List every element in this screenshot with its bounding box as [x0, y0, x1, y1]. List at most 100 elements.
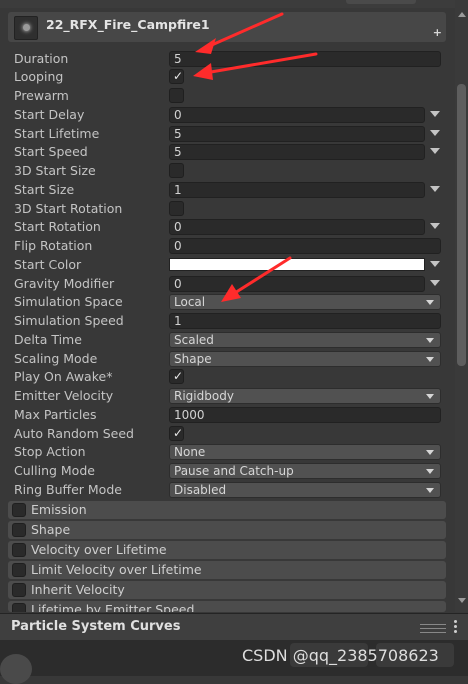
looping-label: Looping — [14, 69, 64, 84]
3d-start-size-checkbox[interactable] — [169, 163, 184, 178]
start-rotation-field[interactable]: 0 — [169, 219, 425, 235]
culling-mode-dropdown[interactable]: Pause and Catch-up — [169, 463, 441, 479]
simulation-space-dropdown[interactable]: Local — [169, 294, 441, 310]
start-lifetime-field[interactable]: 5 — [169, 126, 425, 142]
start-color-label: Start Color — [14, 257, 82, 272]
row-max-particles: Max Particles 1000 — [0, 406, 446, 425]
scaling-mode-value: Shape — [174, 352, 212, 366]
auto-random-seed-label: Auto Random Seed — [14, 426, 134, 441]
module-enable-checkbox[interactable] — [12, 603, 26, 612]
module-limit-velocity-over-lifetime[interactable]: Limit Velocity over Lifetime — [8, 561, 446, 579]
start-size-label: Start Size — [14, 182, 75, 197]
row-start-speed: Start Speed 5 — [0, 143, 446, 162]
chevron-down-icon — [426, 357, 434, 362]
duration-field[interactable]: 5 — [169, 51, 441, 67]
module-enable-checkbox[interactable] — [12, 543, 26, 557]
module-lifetime-by-emitter-speed[interactable]: Lifetime by Emitter Speed — [8, 601, 446, 612]
start-delay-field[interactable]: 0 — [169, 107, 425, 123]
curve-mode-arrow-icon[interactable] — [430, 280, 440, 286]
corner-avatar — [0, 654, 32, 684]
stop-action-dropdown[interactable]: None — [169, 444, 441, 460]
scaling-mode-dropdown[interactable]: Shape — [169, 351, 441, 367]
component-header[interactable]: 22_RFX_Fire_Campfire1 + — [8, 12, 446, 42]
emitter-velocity-label: Emitter Velocity — [14, 388, 114, 403]
row-gravity-modifier: Gravity Modifier 0 — [0, 275, 446, 294]
plus-icon[interactable]: + — [433, 26, 442, 39]
inspector-scrollbar[interactable] — [455, 0, 468, 612]
check-icon: ✓ — [173, 69, 184, 83]
play-on-awake-checkbox[interactable]: ✓ — [169, 369, 184, 384]
prewarm-label: Prewarm — [14, 88, 69, 103]
flip-rotation-field[interactable]: 0 — [169, 238, 441, 254]
prewarm-checkbox[interactable] — [169, 88, 184, 103]
ring-buffer-mode-value: Disabled — [174, 483, 227, 497]
drag-handle-icon[interactable] — [420, 624, 446, 633]
row-scaling-mode: Scaling Mode Shape — [0, 350, 446, 369]
module-velocity-over-lifetime[interactable]: Velocity over Lifetime — [8, 541, 446, 559]
curve-mode-arrow-icon[interactable] — [430, 111, 440, 117]
simulation-speed-label: Simulation Speed — [14, 313, 124, 328]
curve-mode-arrow-icon[interactable] — [430, 223, 440, 229]
ring-buffer-mode-dropdown[interactable]: Disabled — [169, 482, 441, 498]
stop-action-value: None — [174, 445, 206, 459]
3d-start-rotation-label: 3D Start Rotation — [14, 201, 123, 216]
row-start-size: Start Size 1 — [0, 181, 446, 200]
start-delay-label: Start Delay — [14, 107, 85, 122]
chevron-down-icon — [426, 394, 434, 399]
curve-mode-arrow-icon[interactable] — [430, 148, 440, 154]
gravity-modifier-field[interactable]: 0 — [169, 276, 425, 292]
start-color-swatch[interactable] — [169, 258, 425, 271]
row-simulation-speed: Simulation Speed 1 — [0, 312, 446, 331]
module-enable-checkbox[interactable] — [12, 503, 26, 517]
chevron-down-icon — [426, 488, 434, 493]
max-particles-field[interactable]: 1000 — [169, 407, 441, 423]
chevron-down-icon — [426, 300, 434, 305]
3d-start-rotation-checkbox[interactable] — [169, 201, 184, 216]
start-speed-field[interactable]: 5 — [169, 144, 425, 160]
scroll-up-icon[interactable] — [458, 12, 466, 17]
module-enable-checkbox[interactable] — [12, 563, 26, 577]
scrollbar-thumb[interactable] — [457, 84, 466, 366]
emitter-velocity-value: Rigidbody — [174, 389, 234, 403]
row-ring-buffer-mode: Ring Buffer Mode Disabled — [0, 481, 446, 500]
gravity-modifier-label: Gravity Modifier — [14, 276, 115, 291]
auto-random-seed-checkbox[interactable]: ✓ — [169, 426, 184, 441]
check-icon: ✓ — [173, 369, 184, 383]
top-tab — [346, 0, 416, 4]
module-emission[interactable]: Emission — [8, 501, 446, 519]
row-play-on-awake: Play On Awake* ✓ — [0, 368, 446, 387]
row-simulation-space: Simulation Space Local — [0, 293, 446, 312]
particle-system-curves-bar[interactable]: Particle System Curves — [0, 613, 468, 641]
culling-mode-label: Culling Mode — [14, 463, 95, 478]
delta-time-dropdown[interactable]: Scaled — [169, 332, 441, 348]
chevron-down-icon — [426, 469, 434, 474]
start-size-field[interactable]: 1 — [169, 182, 425, 198]
module-label: Inherit Velocity — [31, 582, 125, 597]
module-enable-checkbox[interactable] — [12, 523, 26, 537]
top-strip — [0, 0, 456, 8]
row-culling-mode: Culling Mode Pause and Catch-up — [0, 462, 446, 481]
chevron-down-icon — [426, 450, 434, 455]
module-label: Emission — [31, 502, 87, 517]
module-inherit-velocity[interactable]: Inherit Velocity — [8, 581, 446, 599]
culling-mode-value: Pause and Catch-up — [174, 464, 294, 478]
more-options-icon[interactable] — [454, 620, 457, 634]
simulation-speed-field[interactable]: 1 — [169, 313, 441, 329]
stop-action-label: Stop Action — [14, 444, 86, 459]
row-3d-start-rotation: 3D Start Rotation — [0, 200, 446, 219]
curve-mode-arrow-icon[interactable] — [430, 261, 440, 267]
module-label: Lifetime by Emitter Speed — [31, 602, 195, 612]
simulation-space-value: Local — [174, 295, 206, 309]
curve-mode-arrow-icon[interactable] — [430, 186, 440, 192]
scroll-down-icon[interactable] — [458, 598, 466, 603]
emitter-velocity-dropdown[interactable]: Rigidbody — [169, 388, 441, 404]
max-particles-label: Max Particles — [14, 407, 97, 422]
start-rotation-label: Start Rotation — [14, 219, 101, 234]
curve-mode-arrow-icon[interactable] — [430, 130, 440, 136]
module-enable-checkbox[interactable] — [12, 583, 26, 597]
module-shape[interactable]: Shape — [8, 521, 446, 539]
start-speed-label: Start Speed — [14, 144, 88, 159]
ring-buffer-mode-label: Ring Buffer Mode — [14, 482, 122, 497]
row-stop-action: Stop Action None — [0, 443, 446, 462]
looping-checkbox[interactable]: ✓ — [169, 69, 184, 84]
